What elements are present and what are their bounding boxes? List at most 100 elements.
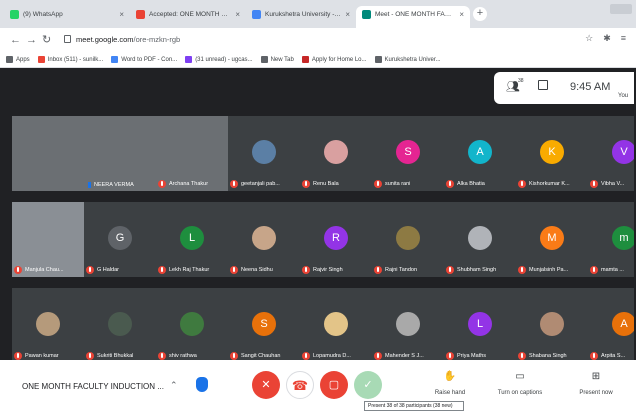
whatsapp-icon — [10, 10, 19, 19]
tab-label: Meet - ONE MONTH FACULT — [375, 11, 456, 18]
reload-icon[interactable]: ↻ — [42, 33, 51, 47]
participant-photo — [396, 312, 420, 336]
back-icon[interactable]: ← — [10, 33, 21, 47]
bookmark-item[interactable]: Kurukshetra Univer... — [374, 56, 441, 63]
participant-photo — [36, 312, 60, 336]
bookmark-label: Word to PDF - Con... — [121, 56, 178, 63]
participant-tile[interactable]: shiv rathwa — [156, 288, 228, 363]
participant-tile[interactable]: Archana Thakur — [156, 116, 228, 191]
gmail-icon — [136, 10, 145, 19]
mic-muted-icon — [374, 352, 382, 360]
raise-hand-button[interactable]: ✋ Raise hand — [418, 370, 482, 396]
bookmark-item[interactable]: Inbox (511) - sunilk... — [37, 56, 104, 63]
participant-tile[interactable] — [12, 116, 84, 191]
bookmark-item[interactable]: Apply for Home Lo... — [301, 56, 367, 63]
new-tab-button[interactable]: + — [473, 7, 487, 21]
forward-icon[interactable]: → — [26, 33, 37, 47]
tab-whatsapp[interactable]: (9) WhatsApp × — [4, 6, 130, 28]
participant-tile[interactable]: geetanjali pab... — [228, 116, 300, 191]
extensions-icon[interactable]: ✱ — [603, 33, 611, 44]
lock-icon — [64, 35, 71, 43]
meeting-title[interactable]: ONE MONTH FACULTY INDUCTION ... — [22, 382, 164, 391]
address-bar: ← → ↻ meet.google.com/ore-mzkn-rgb ☆ ✱ ≡ — [0, 28, 636, 52]
participant-tile[interactable]: L Priya Maths — [444, 288, 516, 363]
participant-name: Archana Thakur — [169, 181, 209, 187]
star-icon[interactable]: ☆ — [585, 33, 593, 44]
participant-photo — [468, 226, 492, 250]
bookmark-item[interactable]: New Tab — [260, 56, 294, 63]
participant-tile[interactable]: A Arpita S... — [588, 288, 634, 363]
participant-tile[interactable]: G G Haldar — [84, 202, 156, 277]
participant-tile[interactable]: NEERA VERMA — [84, 116, 156, 191]
mic-muted-icon — [230, 266, 238, 274]
participant-tile[interactable]: Mahender S J... — [372, 288, 444, 363]
bookmark-icon — [37, 56, 45, 63]
bookmark-item[interactable]: Apps — [6, 56, 30, 63]
participant-tile[interactable]: Neena Sidhu — [228, 202, 300, 277]
captions-button[interactable]: ▭ Turn on captions — [488, 370, 552, 396]
participant-tile[interactable]: L Lekh Raj Thakur — [156, 202, 228, 277]
participant-tile[interactable]: Manjula Chau... — [12, 202, 84, 277]
participant-tile[interactable]: M Munjalsinh Pa... — [516, 202, 588, 277]
participant-avatar: m — [612, 226, 634, 250]
mic-muted-icon — [158, 180, 166, 188]
participant-name-row: G Haldar — [86, 266, 154, 274]
participant-tile[interactable]: Renu Bala — [300, 116, 372, 191]
mic-muted-icon — [230, 352, 238, 360]
participant-tile[interactable]: Shubham Singh — [444, 202, 516, 277]
participant-name: Alka Bhatia — [457, 181, 485, 187]
mic-off-button[interactable]: ✕ — [252, 371, 280, 399]
tab-calendar[interactable]: Kurukshetra University - Calendar × — [246, 6, 356, 28]
calendar-icon — [252, 10, 261, 19]
participant-tile[interactable]: S Sangit Chauhan — [228, 288, 300, 363]
participant-photo — [108, 312, 132, 336]
bookmark-label: Inbox (511) - sunilk... — [47, 56, 104, 63]
chevron-up-icon[interactable]: ⌃ — [170, 380, 178, 391]
participant-photo — [252, 140, 276, 164]
bookmark-icon — [185, 56, 193, 63]
participant-tile[interactable]: Pawan kumar — [12, 288, 84, 363]
participant-tile[interactable]: m mamta ... — [588, 202, 634, 277]
mic-muted-icon — [302, 352, 310, 360]
tab-accepted-invite[interactable]: Accepted: ONE MONTH FACULT × — [130, 6, 246, 28]
close-icon[interactable]: × — [235, 10, 240, 19]
participant-tile[interactable]: Shabana Singh — [516, 288, 588, 363]
window-controls[interactable] — [610, 4, 632, 14]
participant-name: Sukriti Bhukkal — [97, 353, 134, 359]
participant-name-row: Neena Sidhu — [230, 266, 298, 274]
close-icon[interactable]: × — [345, 10, 350, 19]
meet-control-bar: ONE MONTH FACULTY INDUCTION ... ⌃ ✕ ☎ ▢ … — [0, 360, 636, 412]
participant-name-row: sunita rani — [374, 180, 442, 188]
mic-muted-icon — [230, 180, 238, 188]
participant-tile[interactable]: K Kishorkumar K... — [516, 116, 588, 191]
shield-icon[interactable] — [196, 377, 208, 392]
participant-name: Lopamudra D... — [313, 353, 351, 359]
participant-name: Lekh Raj Thakur — [169, 267, 210, 273]
bookmark-item[interactable]: Word to PDF - Con... — [111, 56, 177, 63]
close-icon[interactable]: × — [459, 10, 464, 19]
mic-muted-icon — [518, 266, 526, 274]
participant-tile[interactable]: R Rajvir Singh — [300, 202, 372, 277]
attendance-extension-button[interactable]: ✓ — [354, 371, 382, 399]
camera-off-button[interactable]: ▢ — [320, 371, 348, 399]
participant-name-row: Archana Thakur — [158, 180, 226, 188]
participant-tile[interactable]: Rajni Tandon — [372, 202, 444, 277]
participant-tile[interactable]: Ssunita rani — [372, 116, 444, 191]
browser-tab-strip: (9) WhatsApp × Accepted: ONE MONTH FACUL… — [0, 0, 636, 28]
participant-tile[interactable]: Sukriti Bhukkal — [84, 288, 156, 363]
end-call-button[interactable]: ☎ — [286, 371, 314, 399]
chat-icon[interactable] — [538, 80, 548, 90]
present-now-button[interactable]: ⊞ Present now — [564, 370, 628, 396]
url-field[interactable]: meet.google.com/ore-mzkn-rgb — [60, 31, 600, 49]
reading-list-icon[interactable]: ≡ — [621, 33, 626, 44]
participant-tile[interactable]: Lopamudra D... — [300, 288, 372, 363]
tab-meet[interactable]: Meet - ONE MONTH FACULT × — [356, 6, 470, 28]
participant-tile[interactable]: A Alka Bhatia — [444, 116, 516, 191]
participant-name: shiv rathwa — [169, 353, 197, 359]
close-icon[interactable]: × — [119, 10, 124, 19]
captions-label: Turn on captions — [497, 390, 543, 396]
participant-photo — [396, 226, 420, 250]
participant-name: Rajni Tandon — [385, 267, 418, 273]
bookmark-item[interactable]: (31 unread) - ugcas... — [185, 56, 253, 63]
participant-tile[interactable]: V Vibha V... — [588, 116, 634, 191]
